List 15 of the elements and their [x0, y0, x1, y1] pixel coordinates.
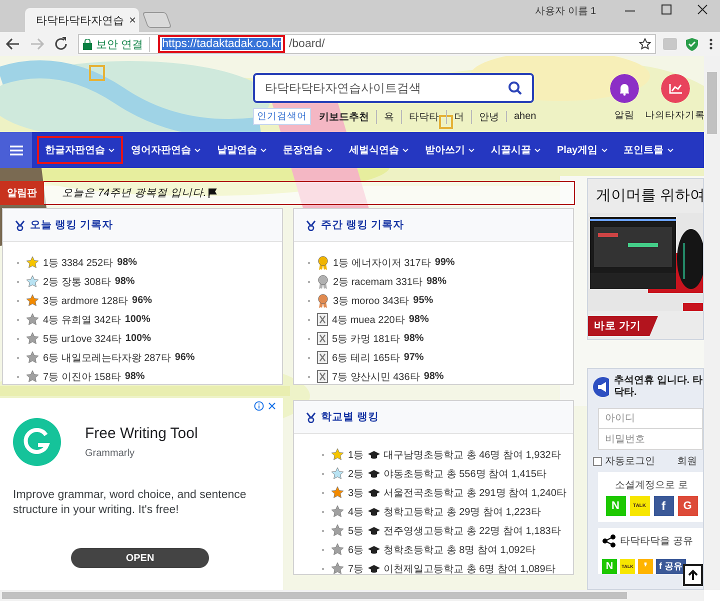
lock-icon: [83, 38, 92, 50]
url-path[interactable]: /board/: [288, 38, 635, 50]
close-tab-button[interactable]: ×: [129, 13, 136, 27]
shield-icon[interactable]: [684, 37, 700, 51]
horizontal-scrollbar[interactable]: [0, 590, 704, 601]
star-icon[interactable]: [639, 38, 651, 50]
address-bar[interactable]: 보안 연결 https://tadaktadak.co.kr /board/: [78, 34, 656, 54]
scrollbar-thumb[interactable]: [2, 592, 627, 599]
browser-tab[interactable]: 타닥타닥타자연습 ×: [25, 8, 139, 32]
profile-name[interactable]: 사용자 이름 1: [535, 4, 596, 18]
security-label: 보안 연결: [96, 36, 150, 52]
vertical-scrollbar[interactable]: [704, 56, 720, 590]
scrollbar-thumb[interactable]: [707, 72, 717, 134]
reload-icon[interactable]: [52, 35, 70, 53]
url-text[interactable]: https://tadaktadak.co.kr: [162, 38, 281, 50]
